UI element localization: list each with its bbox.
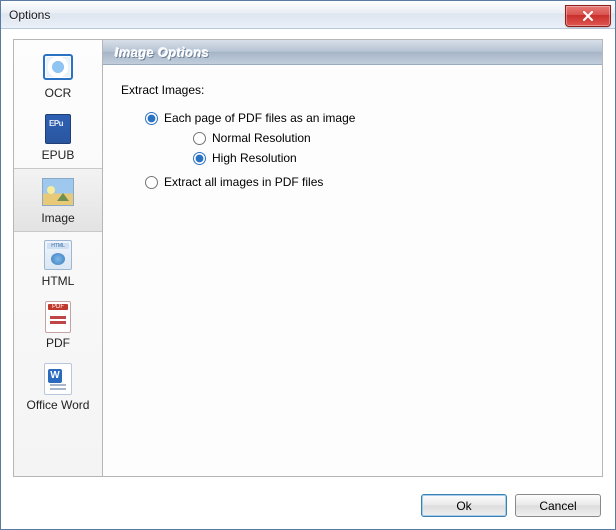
- sidebar-item-ocr[interactable]: OCR: [14, 44, 102, 106]
- ocr-icon: [41, 50, 75, 84]
- sidebar-item-label: EPUB: [16, 148, 100, 162]
- option-extract-all[interactable]: Extract all images in PDF files: [145, 175, 584, 189]
- option-label: Extract all images in PDF files: [164, 175, 323, 189]
- dialog-buttons: Ok Cancel: [421, 494, 601, 517]
- main-layout: OCR EPUB Image HTML PDF: [13, 39, 603, 477]
- radio-high-res[interactable]: [193, 152, 206, 165]
- ok-button[interactable]: Ok: [421, 494, 507, 517]
- extract-images-label: Extract Images:: [121, 83, 584, 97]
- close-button[interactable]: [565, 5, 611, 27]
- sidebar: OCR EPUB Image HTML PDF: [13, 39, 103, 477]
- panel-title: Image Options: [103, 40, 602, 65]
- window-title: Options: [9, 8, 50, 22]
- close-icon: [582, 11, 594, 21]
- sidebar-item-label: Office Word: [16, 398, 100, 412]
- content-panel: Image Options Extract Images: Each page …: [103, 39, 603, 477]
- radio-extract-all[interactable]: [145, 176, 158, 189]
- epub-icon: [41, 112, 75, 146]
- radio-normal-res[interactable]: [193, 132, 206, 145]
- option-each-page[interactable]: Each page of PDF files as an image: [145, 111, 584, 125]
- pdf-icon: [41, 300, 75, 334]
- option-label: High Resolution: [212, 151, 297, 165]
- radio-each-page[interactable]: [145, 112, 158, 125]
- sidebar-item-label: OCR: [16, 86, 100, 100]
- sidebar-item-pdf[interactable]: PDF: [14, 294, 102, 356]
- sidebar-item-epub[interactable]: EPUB: [14, 106, 102, 168]
- cancel-button[interactable]: Cancel: [515, 494, 601, 517]
- option-label: Normal Resolution: [212, 131, 311, 145]
- word-icon: [41, 362, 75, 396]
- option-label: Each page of PDF files as an image: [164, 111, 355, 125]
- option-normal-res[interactable]: Normal Resolution: [193, 131, 584, 145]
- titlebar: Options: [1, 1, 615, 29]
- sidebar-item-html[interactable]: HTML: [14, 232, 102, 294]
- panel-body: Extract Images: Each page of PDF files a…: [103, 65, 602, 213]
- sidebar-item-label: Image: [16, 211, 100, 225]
- sidebar-item-label: HTML: [16, 274, 100, 288]
- sidebar-item-image[interactable]: Image: [14, 168, 102, 232]
- image-icon: [41, 175, 75, 209]
- sidebar-item-office-word[interactable]: Office Word: [14, 356, 102, 418]
- options-window: Options OCR EPUB Image: [0, 0, 616, 530]
- option-high-res[interactable]: High Resolution: [193, 151, 584, 165]
- html-icon: [41, 238, 75, 272]
- sidebar-item-label: PDF: [16, 336, 100, 350]
- client-area: OCR EPUB Image HTML PDF: [1, 29, 615, 529]
